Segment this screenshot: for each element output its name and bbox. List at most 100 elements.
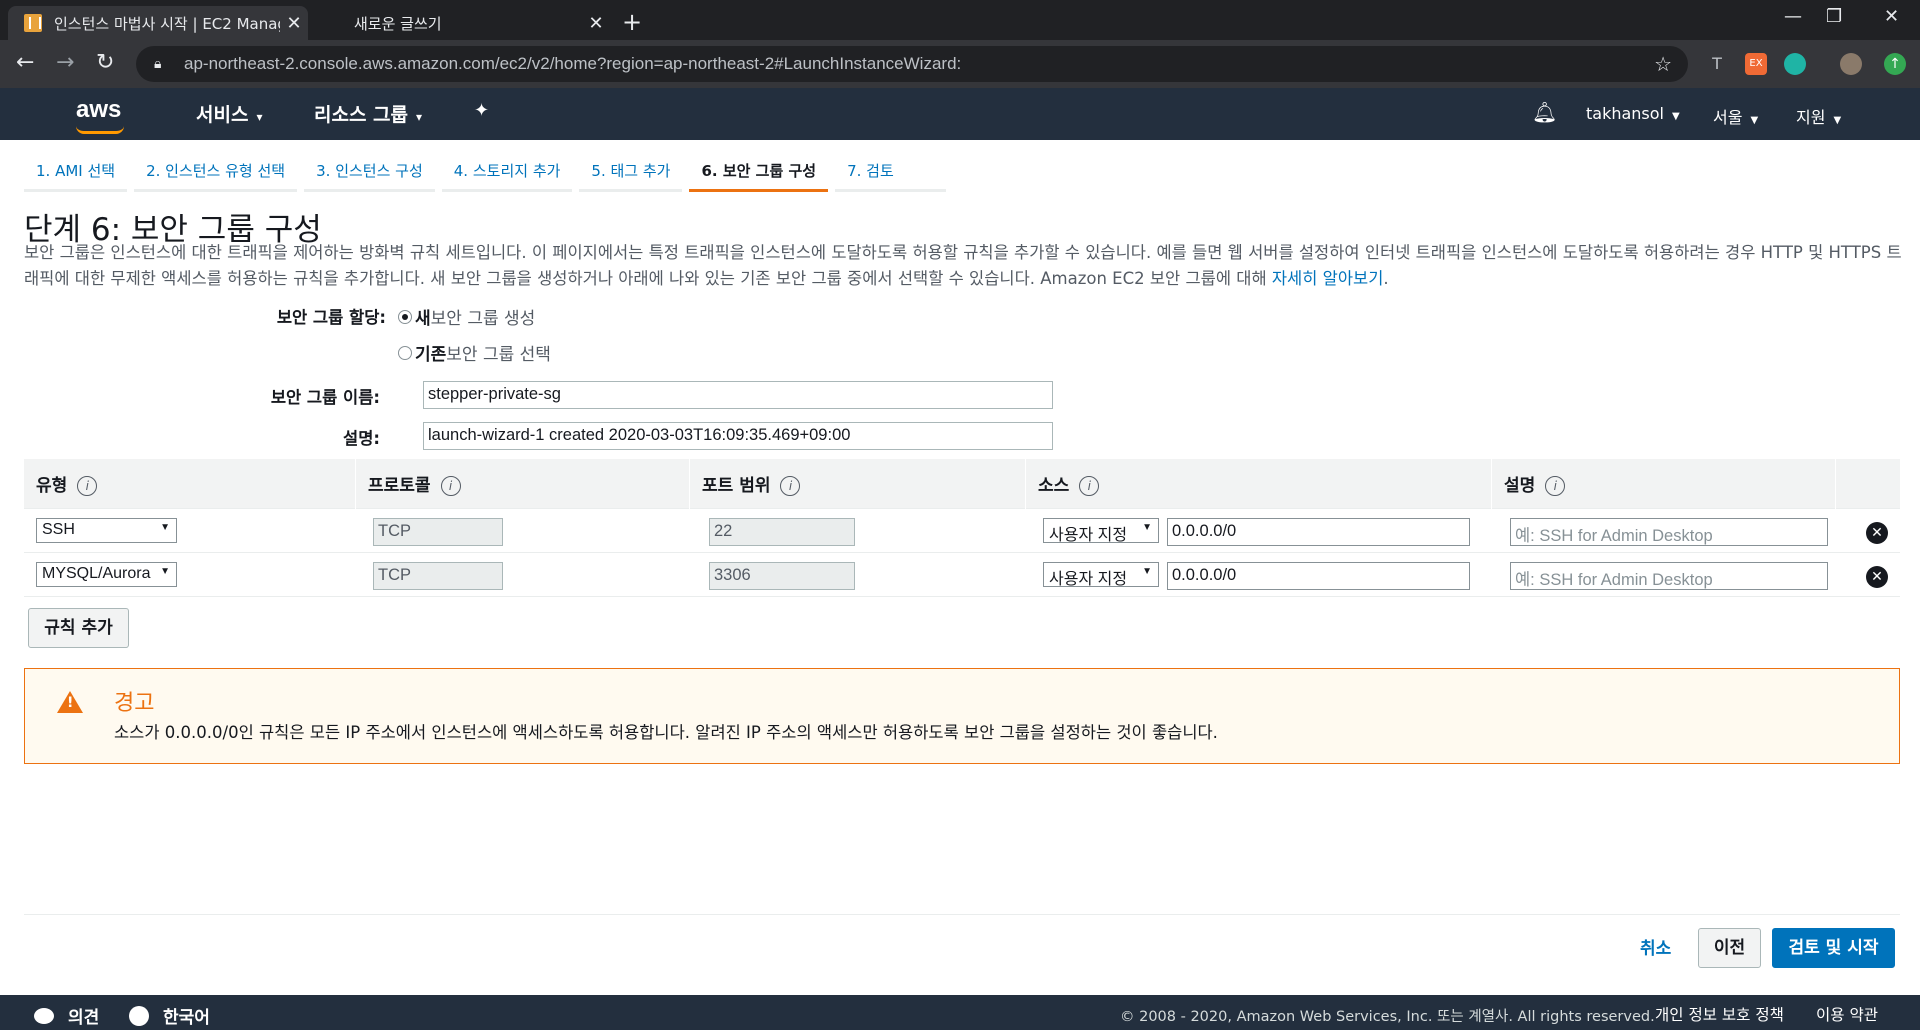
dropdown-arrow-icon: ▼ <box>160 522 170 533</box>
reload-icon[interactable]: ↻ <box>96 50 114 75</box>
pin-icon[interactable]: ✦ <box>474 100 489 121</box>
language-button[interactable]: 한국어 <box>129 1003 210 1028</box>
source-type-value: 사용자 지정 <box>1049 527 1128 543</box>
source-cidr-input[interactable]: 0.0.0.0/0 <box>1167 518 1470 546</box>
group-description-input[interactable]: launch-wizard-1 created 2020-03-03T16:09… <box>423 422 1053 450</box>
account-menu[interactable]: takhansol ▼ <box>1586 104 1680 123</box>
step-add-tags[interactable]: 5. 태그 추가 <box>579 156 683 192</box>
bell-icon[interactable]: 🔔︎ <box>1532 100 1557 124</box>
forward-icon[interactable]: → <box>56 50 74 75</box>
close-icon[interactable]: ✕ <box>280 13 308 34</box>
services-label: 서비스 <box>196 104 249 126</box>
feedback-label: 의견 <box>68 1008 100 1028</box>
restore-icon[interactable]: ❐ <box>1826 6 1842 27</box>
info-icon[interactable]: i <box>1545 476 1566 496</box>
page-description: 보안 그룹은 인스턴스에 대한 트래픽을 제어하는 방화벽 규칙 세트입니다. … <box>24 240 1904 292</box>
step-ami[interactable]: 1. AMI 선택 <box>24 156 128 192</box>
learn-more-link[interactable]: 자세히 알아보기 <box>1272 269 1384 288</box>
radio-button[interactable] <box>398 345 412 360</box>
close-window-icon[interactable]: ✕ <box>1884 6 1899 27</box>
warning-alert: ! 경고 소스가 0.0.0.0/0인 규칙은 모든 IP 주소에서 인스턴스에… <box>24 668 1900 764</box>
tab-title: 새로운 글쓰기 <box>354 14 442 33</box>
header-type-label: 유형 <box>36 476 68 496</box>
info-icon[interactable]: i <box>440 476 461 496</box>
source-type-select[interactable]: 사용자 지정 ▼ <box>1043 518 1159 543</box>
aws-smile-icon <box>76 126 124 134</box>
feedback-button[interactable]: 의견 <box>34 1003 99 1028</box>
info-icon[interactable]: i <box>77 476 98 496</box>
info-icon[interactable]: i <box>780 476 801 496</box>
header-protocol-label: 프로토콜 <box>368 476 431 496</box>
warning-text: 소스가 0.0.0.0/0인 규칙은 모든 IP 주소에서 인스턴스에 액세스하… <box>114 723 1218 742</box>
remove-rule-icon[interactable]: ✕ <box>1866 566 1888 588</box>
table-row: SSH ▼ TCP 22 사용자 지정 ▼ 0.0.0.0/0 예: SSH for… <box>24 509 1900 553</box>
globe-icon <box>129 1005 149 1026</box>
resource-groups-menu[interactable]: 리소스 그룹 ▾ <box>314 100 422 127</box>
group-name-input[interactable]: stepper-private-sg <box>423 381 1053 409</box>
dropdown-arrow-icon: ▼ <box>160 566 170 577</box>
browser-tab-new-post[interactable]: 새로운 글쓰기 ✕ <box>320 6 610 40</box>
type-select[interactable]: MYSQL/Aurora ▼ <box>36 562 177 587</box>
region-label: 서울 <box>1713 108 1743 127</box>
description-text: 보안 그룹은 인스턴스에 대한 트래픽을 제어하는 방화벽 규칙 세트입니다. … <box>24 243 1902 288</box>
minimize-icon[interactable]: — <box>1784 6 1802 27</box>
add-rule-button[interactable]: 규칙 추가 <box>28 608 129 648</box>
source-type-select[interactable]: 사용자 지정 ▼ <box>1043 562 1159 587</box>
warning-title: 경고 <box>114 691 155 716</box>
aws-top-nav: aws 서비스 ▾ 리소스 그룹 ▾ ✦ 🔔︎ takhansol ▼ 서울 ▼ 지원 ▼ <box>0 88 1920 140</box>
step-instance-type[interactable]: 2. 인스턴스 유형 선택 <box>134 156 298 192</box>
services-menu[interactable]: 서비스 ▾ <box>196 100 262 127</box>
previous-button[interactable]: 이전 <box>1698 928 1761 968</box>
bookmark-star-icon[interactable]: ☆ <box>1654 52 1672 76</box>
aws-favicon-icon <box>24 14 42 32</box>
cancel-button[interactable]: 취소 <box>1640 934 1671 959</box>
radio-existing-group[interactable]: 기존 보안 그룹 선택 <box>398 340 551 365</box>
radio-existing-bold: 기존 <box>415 345 447 365</box>
chevron-down-icon: ▾ <box>416 110 423 124</box>
step-review[interactable]: 7. 검토 <box>835 156 946 192</box>
info-icon[interactable]: i <box>1079 476 1100 496</box>
translate-extension-icon[interactable]: T <box>1706 53 1728 75</box>
remove-rule-icon[interactable]: ✕ <box>1866 522 1888 544</box>
step-add-storage[interactable]: 4. 스토리지 추가 <box>441 156 573 192</box>
port-range-field: 22 <box>709 518 855 546</box>
extension-ex-icon[interactable]: EX <box>1745 53 1767 75</box>
header-protocol: 프로토콜 i <box>356 459 690 509</box>
aws-logo[interactable]: aws <box>76 96 124 134</box>
back-icon[interactable]: ← <box>16 50 34 75</box>
extension-teal-icon[interactable] <box>1784 53 1806 75</box>
region-menu[interactable]: 서울 ▼ <box>1713 104 1758 128</box>
terms-link[interactable]: 이용 약관 <box>1816 1003 1878 1025</box>
console-footer: 의견 한국어 © 2008 - 2020, Amazon Web Service… <box>0 995 1920 1030</box>
support-menu[interactable]: 지원 ▼ <box>1796 104 1841 128</box>
step-configure-instance[interactable]: 3. 인스턴스 구성 <box>304 156 435 192</box>
description-period: . <box>1383 269 1389 288</box>
tab-title: 인스턴스 마법사 시작 | EC2 Management Console <box>54 14 280 33</box>
resource-groups-label: 리소스 그룹 <box>314 104 409 126</box>
type-value: SSH <box>42 521 75 538</box>
step-security-group[interactable]: 6. 보안 그룹 구성 <box>689 156 829 192</box>
update-arrow-icon[interactable]: ↑ <box>1884 53 1906 75</box>
type-select[interactable]: SSH ▼ <box>36 518 177 543</box>
address-bar[interactable]: 🔒︎ ap-northeast-2.console.aws.amazon.com… <box>136 46 1688 82</box>
rule-description-input[interactable]: 예: SSH for Admin Desktop <box>1510 518 1828 546</box>
radio-new-label: 보안 그룹 생성 <box>430 309 536 329</box>
close-icon[interactable]: ✕ <box>582 13 610 34</box>
type-value: MYSQL/Aurora <box>42 565 151 582</box>
chevron-down-icon: ▼ <box>1750 115 1759 126</box>
browser-tab-bar: 인스턴스 마법사 시작 | EC2 Management Console ✕ 새… <box>0 0 1920 40</box>
support-label: 지원 <box>1796 108 1826 127</box>
radio-new-group[interactable]: 새 보안 그룹 생성 <box>398 304 535 329</box>
review-and-launch-button[interactable]: 검토 및 시작 <box>1772 928 1895 968</box>
profile-avatar-icon[interactable] <box>1840 53 1862 75</box>
browser-tab-ec2[interactable]: 인스턴스 마법사 시작 | EC2 Management Console ✕ <box>8 6 308 40</box>
chevron-down-icon: ▼ <box>1833 115 1842 126</box>
protocol-field: TCP <box>373 562 503 590</box>
source-cidr-input[interactable]: 0.0.0.0/0 <box>1167 562 1470 590</box>
rule-description-input[interactable]: 예: SSH for Admin Desktop <box>1510 562 1828 590</box>
radio-button-checked[interactable] <box>398 309 412 324</box>
language-label: 한국어 <box>163 1008 210 1028</box>
rules-table: 유형 i 프로토콜 i 포트 범위 i 소스 i 설명 i SSH ▼ TCP 22 사용자… <box>24 459 1900 597</box>
new-tab-icon[interactable]: + <box>622 8 642 36</box>
privacy-policy-link[interactable]: 개인 정보 보호 정책 <box>1655 1003 1784 1025</box>
